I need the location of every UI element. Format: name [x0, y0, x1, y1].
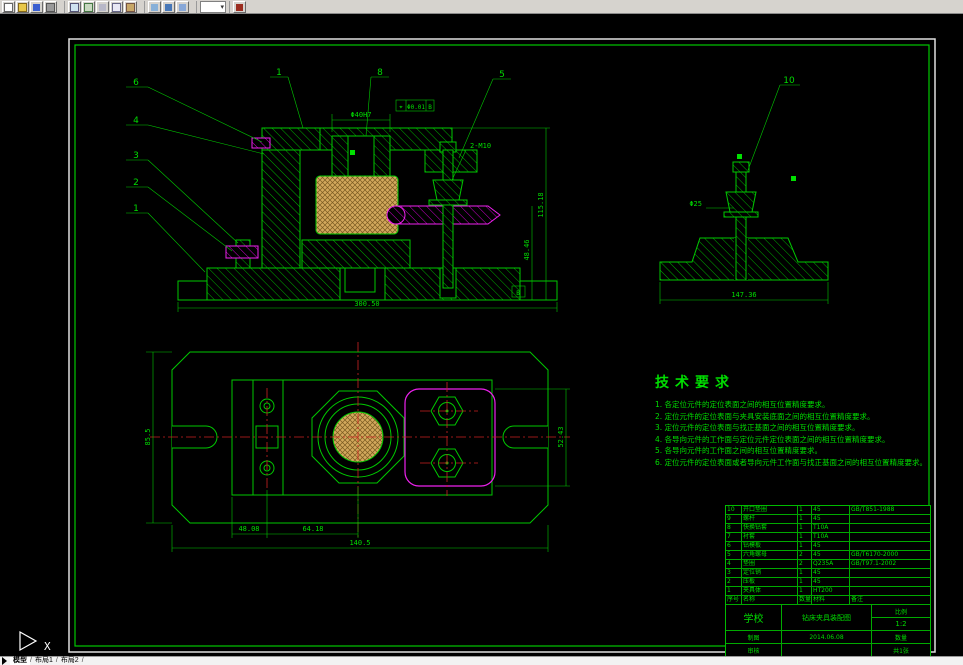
- drawing-date: 2014.06.08: [782, 631, 872, 644]
- undo-icon[interactable]: [162, 1, 175, 13]
- toolbar-separator: [196, 1, 197, 13]
- dim-bolt: 2-M10: [470, 142, 491, 150]
- balloon-6: 6: [133, 78, 139, 88]
- layer-dropdown[interactable]: ▾: [200, 1, 226, 13]
- preview-icon[interactable]: [68, 1, 81, 13]
- front-view: B 300.50 115.18 48.46 Φ40H7 ⌖ Φ0.01 B 2-…: [177, 99, 558, 312]
- cut-icon[interactable]: [96, 1, 109, 13]
- title-block-school: 学校: [726, 605, 782, 631]
- title-block-drawing-title: 钻床夹具装配图: [782, 605, 872, 631]
- model-space-indicator-icon: [2, 657, 7, 665]
- balloon-2: 2: [133, 178, 139, 188]
- tolerance-symbol: ⌖: [399, 104, 403, 111]
- dim-plan-b: 64.18: [302, 525, 323, 533]
- redo-icon[interactable]: [176, 1, 189, 13]
- save-icon[interactable]: [30, 1, 43, 13]
- datum-mark: [737, 154, 742, 159]
- tab-layout2[interactable]: 布局2: [58, 657, 82, 665]
- drawing-area[interactable]: B 300.50 115.18 48.46 Φ40H7 ⌖ Φ0.01 B 2-…: [0, 14, 963, 658]
- tolerance-datum: B: [428, 104, 432, 111]
- balloon-top-1: 1: [276, 68, 282, 78]
- datum-b-label: B: [516, 290, 520, 297]
- paste-icon[interactable]: [124, 1, 137, 13]
- dim-side-width: 147.36: [731, 291, 756, 299]
- color-swatch-icon[interactable]: [233, 1, 246, 13]
- toolbar-separator: [229, 1, 230, 13]
- parts-table-row: 6 钻模板 1 45: [726, 542, 930, 551]
- datum-mark: [791, 176, 796, 181]
- parts-table-row: 4 垫圈 2 Q235A GB/T97.1-2002: [726, 560, 930, 569]
- tech-requirements-list: 1. 各定位元件的定位表面之间的相互位置精度要求。 2. 定位元件的定位表面与夹具…: [655, 399, 933, 468]
- copy-icon[interactable]: [110, 1, 123, 13]
- layout-tab-bar: 模型 / 布局1 / 布局2 /: [0, 656, 963, 665]
- new-icon[interactable]: [2, 1, 15, 13]
- balloon-10: 10: [783, 76, 795, 86]
- balloon-top-5: 5: [499, 70, 505, 80]
- parts-table-row: 2 压板 1 45: [726, 578, 930, 587]
- tech-requirement-item: 3. 定位元件的定位表面与找正基面之间的相互位置精度要求。: [655, 423, 860, 432]
- tech-requirement-item: 1. 各定位元件的定位表面之间的相互位置精度要求。: [655, 400, 830, 409]
- datum-mark: [350, 150, 355, 155]
- balloon-1: 1: [133, 204, 139, 214]
- tab-layout1[interactable]: 布局1: [32, 657, 56, 665]
- balloon-4: 4: [133, 116, 139, 126]
- ucs-icon: X: [19, 630, 51, 653]
- toolbar-separator: [64, 1, 65, 13]
- parts-table-row: 1 夹具体 1 HT200: [726, 587, 930, 596]
- spell-icon[interactable]: [82, 1, 95, 13]
- tech-requirements: 技术要求 1. 各定位元件的定位表面之间的相互位置精度要求。 2. 定位元件的定位…: [655, 372, 933, 468]
- dim-plan-right: 52.43: [557, 426, 565, 447]
- parts-table-row: 5 六角螺母 2 45 GB/T6170-2000: [726, 551, 930, 560]
- scale-label: 比例: [872, 605, 930, 618]
- tech-requirements-title: 技术要求: [655, 375, 735, 391]
- parts-table-row: 8 快换钻套 1 T10A: [726, 524, 930, 533]
- dim-front-height2: 48.46: [523, 239, 531, 260]
- dim-bushing: Φ40H7: [350, 111, 371, 119]
- qty-label: 数量: [872, 631, 930, 644]
- dim-plan-height: 85.5: [144, 429, 152, 446]
- parts-table-row: 10 开口垫圈 1 45 GB/T851-1988: [726, 506, 930, 515]
- balloon-3: 3: [133, 151, 139, 161]
- plan-view: 48.08 64.18 140.5 85.5 52.43: [144, 342, 570, 552]
- toolbar-separator: [144, 1, 145, 13]
- title-block: 学校 钻床夹具装配图 比例 1:2 制图 2014.06.08 数量 审核 共1…: [726, 605, 930, 657]
- dim-front-width: 300.50: [354, 300, 379, 308]
- match-properties-icon[interactable]: [148, 1, 161, 13]
- dim-plan-width: 140.5: [349, 539, 370, 547]
- open-icon[interactable]: [16, 1, 29, 13]
- tech-requirement-item: 4. 各导向元件的工作面与定位元件定位表面之间的相互位置精度要求。: [655, 434, 890, 444]
- dim-stud: Φ25: [689, 200, 702, 208]
- side-view: Φ25 147.36: [659, 154, 829, 304]
- parts-table: 10 开口垫圈 1 45 GB/T851-1988 9 螺杆 1 45 8 快换…: [725, 505, 931, 658]
- tech-requirement-item: 2. 定位元件的定位表面与夹具安装底面之间的相互位置精度要求。: [655, 411, 875, 421]
- balloon-top-8: 8: [377, 68, 383, 78]
- tab-separator: /: [81, 657, 84, 664]
- parts-table-row: 9 螺杆 1 45: [726, 515, 930, 524]
- tech-requirement-item: 6. 定位元件的定位表面或者导向元件工作面与找正基面之间的相互位置精度要求。: [655, 457, 928, 467]
- toolbar: ▾: [0, 0, 963, 14]
- dim-front-height: 115.18: [537, 192, 545, 217]
- parts-table-row: 3 定位销 1 45: [726, 569, 930, 578]
- drawn-label: 制图: [726, 631, 782, 644]
- print-icon[interactable]: [44, 1, 57, 13]
- parts-table-row: 7 衬套 1 T10A: [726, 533, 930, 542]
- scale-value: 1:2: [872, 618, 930, 631]
- dim-plan-a: 48.08: [238, 525, 259, 533]
- tech-requirement-item: 5. 各导向元件的工作面之间的相互位置精度要求。: [655, 446, 823, 455]
- tab-model[interactable]: 模型: [10, 657, 30, 665]
- ucs-x-label: X: [44, 640, 51, 653]
- parts-table-header: 序号 名称 数量 材料 备注: [726, 596, 930, 605]
- tolerance-value: Φ0.01: [407, 104, 425, 111]
